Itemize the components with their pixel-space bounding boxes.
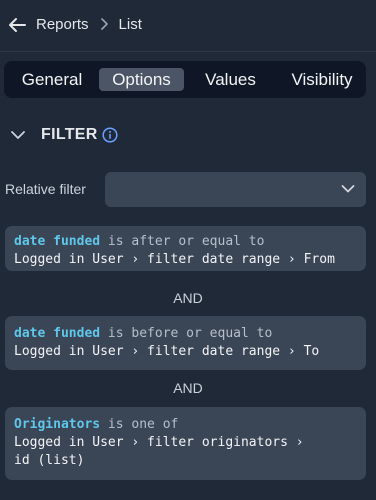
tab-visibility[interactable]: Visibility [279,68,365,91]
condition-field: date funded [14,234,101,249]
top-bar: Reports List [0,0,376,52]
condition-line-1: date funded is before or equal to [14,325,357,343]
filter-condition[interactable]: Originators is one of Logged in User › f… [5,407,366,480]
tab-bar: General Options Values Visibility [4,61,366,98]
chevron-down-icon [341,185,355,193]
breadcrumb: Reports List [36,16,142,33]
arrow-left-icon [9,18,26,32]
condition-field: Originators [14,417,101,432]
condition-line-1: Originators is one of [14,416,357,434]
filter-section-header: FILTER [0,120,376,150]
condition-value-continued: id (list) [14,453,85,468]
condition-operator: is before or equal to [100,326,273,341]
filter-condition[interactable]: date funded is after or equal to Logged … [5,226,366,271]
and-joiner: AND [173,380,203,396]
condition-value: Logged in User › filter date range › Fro… [14,252,335,267]
and-joiner: AND [173,290,203,306]
condition-operator: is after or equal to [100,234,265,249]
breadcrumb-item-list[interactable]: List [119,16,142,33]
condition-value: Logged in User › filter originators › [14,435,304,450]
tab-options[interactable]: Options [99,68,184,91]
chevron-right-icon [100,17,108,33]
condition-value: Logged in User › filter date range › To [14,344,320,359]
relative-filter-label: Relative filter [5,181,86,197]
chevron-down-icon [11,131,25,139]
tab-values[interactable]: Values [192,68,269,91]
tab-general[interactable]: General [10,68,94,91]
collapse-toggle[interactable] [10,128,26,142]
condition-field: date funded [14,326,101,341]
filter-condition[interactable]: date funded is before or equal to Logged… [5,316,366,370]
back-button[interactable] [6,14,28,36]
condition-line-1: date funded is after or equal to [14,233,357,251]
breadcrumb-item-reports[interactable]: Reports [36,16,89,33]
relative-filter-select[interactable] [105,172,366,207]
section-title: FILTER [41,126,98,143]
info-button[interactable] [102,127,118,143]
condition-operator: is one of [100,417,179,432]
info-icon [102,127,118,143]
